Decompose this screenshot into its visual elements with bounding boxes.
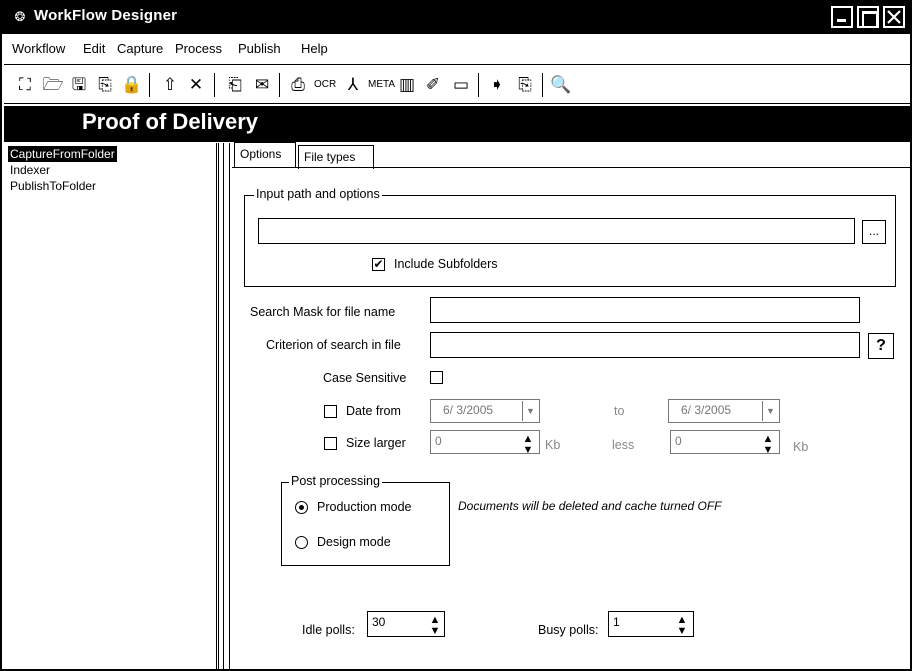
- tree-item-publishtofolder[interactable]: PublishToFolder: [8, 178, 98, 194]
- criterion-input[interactable]: [430, 332, 860, 358]
- close-icon: [887, 10, 901, 24]
- chevron-down-icon[interactable]: ▼: [522, 401, 538, 421]
- spin-arrows-icon[interactable]: ▲ ▼: [760, 434, 776, 456]
- title-bar: ❂ WorkFlow Designer: [2, 0, 912, 34]
- capture-icon[interactable]: ⎗: [224, 74, 246, 96]
- maximize-button[interactable]: [857, 6, 879, 28]
- toolbar-separator: [214, 73, 215, 97]
- design-mode-label: Design mode: [317, 535, 391, 549]
- include-subfolders-checkbox[interactable]: ✔: [372, 258, 385, 271]
- idle-polls-label: Idle polls:: [302, 623, 355, 637]
- spin-arrows-icon[interactable]: ▲ ▼: [427, 615, 443, 637]
- ocr-icon[interactable]: OCR: [314, 74, 336, 96]
- export-icon[interactable]: ➧: [486, 74, 508, 96]
- date-to-label: to: [614, 404, 625, 418]
- toolbar-separator: [279, 73, 280, 97]
- up-arrow-icon[interactable]: ⇧: [159, 74, 181, 96]
- workflow-designer-window: ❂ WorkFlow Designer Workflow Edit Captur…: [0, 0, 912, 671]
- post-processing-group: [281, 482, 450, 566]
- date-from-label: Date from: [346, 404, 401, 418]
- tab-divider: [232, 167, 910, 168]
- window-title: WorkFlow Designer: [34, 7, 178, 24]
- case-sensitive-checkbox[interactable]: [430, 371, 443, 384]
- save-as-icon[interactable]: ⎘: [94, 74, 116, 96]
- menu-workflow[interactable]: Workflow: [12, 41, 65, 56]
- tree-item-indexer[interactable]: Indexer: [8, 162, 52, 178]
- toolbar-separator: [542, 73, 543, 97]
- design-mode-radio[interactable]: [295, 536, 308, 549]
- preview-icon[interactable]: 🔍: [550, 74, 572, 96]
- scan-icon[interactable]: ⎙: [287, 74, 309, 96]
- mail-icon[interactable]: ✉: [251, 74, 273, 96]
- menu-publish[interactable]: Publish: [238, 41, 281, 56]
- input-path-field[interactable]: [258, 218, 855, 244]
- minimize-button[interactable]: [831, 6, 853, 28]
- workflow-banner: Proof of Delivery: [4, 106, 910, 142]
- include-subfolders-label: Include Subfolders: [394, 257, 498, 271]
- toolbar-separator: [478, 73, 479, 97]
- size-larger-checkbox[interactable]: [324, 437, 337, 450]
- open-icon[interactable]: 🗁: [42, 74, 64, 96]
- meta-icon[interactable]: META: [368, 74, 395, 96]
- tab-options[interactable]: Options: [234, 142, 296, 168]
- close-button[interactable]: [883, 6, 905, 28]
- post-processing-label: Post processing: [289, 474, 382, 488]
- production-mode-label: Production mode: [317, 500, 412, 514]
- help-button[interactable]: ?: [868, 333, 894, 359]
- post-processing-note: Documents will be deleted and cache turn…: [458, 499, 722, 513]
- menu-bar: Workflow Edit Capture Process Publish He…: [4, 37, 910, 61]
- criterion-label: Criterion of search in file: [266, 338, 401, 352]
- busy-polls-label: Busy polls:: [538, 623, 599, 637]
- chevron-down-icon[interactable]: ▼: [762, 401, 778, 421]
- browse-button[interactable]: ...: [862, 220, 886, 244]
- spin-arrows-icon[interactable]: ▲ ▼: [674, 615, 690, 637]
- barcode-icon[interactable]: ▥: [396, 74, 418, 96]
- size-less-unit: Kb: [793, 440, 809, 454]
- spin-arrows-icon[interactable]: ▲ ▼: [520, 434, 536, 456]
- new-icon[interactable]: ⛶: [14, 74, 36, 96]
- menu-process[interactable]: Process: [175, 41, 222, 56]
- step-tree: CaptureFromFolder Indexer PublishToFolde…: [4, 143, 217, 669]
- lock-icon[interactable]: 🔒: [121, 74, 143, 96]
- save-icon[interactable]: 🖫: [68, 74, 90, 96]
- search-mask-label: Search Mask for file name: [250, 305, 396, 319]
- signature-icon[interactable]: ⅄: [342, 74, 364, 96]
- workflow-title: Proof of Delivery: [82, 109, 259, 134]
- toolbar: ⛶ 🗁 🖫 ⎘ 🔒 ⇧ ✕ ⎗ ✉ ⎙ OCR ⅄ META ▥ ✐ ▭ ➧ ⎘…: [4, 64, 910, 104]
- menu-edit[interactable]: Edit: [83, 41, 105, 56]
- size-larger-unit: Kb: [545, 438, 561, 452]
- delete-icon[interactable]: ✕: [185, 74, 207, 96]
- menu-help[interactable]: Help: [301, 41, 328, 56]
- tree-item-capturefromfolder[interactable]: CaptureFromFolder: [8, 146, 117, 162]
- app-icon: ❂: [14, 9, 26, 24]
- tab-file-types[interactable]: File types: [298, 145, 374, 169]
- input-path-group-label: Input path and options: [254, 187, 382, 201]
- panel-splitter[interactable]: [218, 143, 230, 669]
- check-icon[interactable]: ✐: [422, 74, 444, 96]
- size-larger-label: Size larger: [346, 436, 406, 450]
- publish-icon[interactable]: ⎘: [514, 74, 536, 96]
- case-sensitive-label: Case Sensitive: [323, 371, 407, 385]
- search-mask-input[interactable]: [430, 297, 860, 323]
- image-icon[interactable]: ▭: [450, 74, 472, 96]
- date-from-checkbox[interactable]: [324, 405, 337, 418]
- size-less-label: less: [612, 438, 635, 452]
- toolbar-separator: [149, 73, 150, 97]
- production-mode-radio[interactable]: [295, 501, 308, 514]
- menu-capture[interactable]: Capture: [117, 41, 163, 56]
